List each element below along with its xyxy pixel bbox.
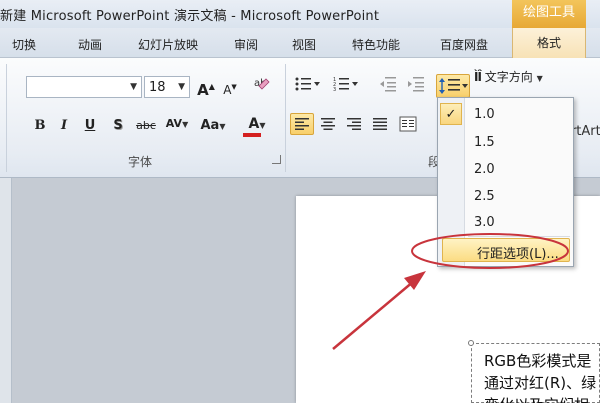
character-spacing-button[interactable]: AV▼ (162, 113, 192, 135)
slide-text-line: 变化以及它们相 (484, 394, 589, 403)
title-bar: 新建 Microsoft PowerPoint 演示文稿 - Microsoft… (0, 0, 600, 28)
tab-review[interactable]: 审阅 (234, 36, 258, 53)
tab-view[interactable]: 视图 (292, 36, 316, 53)
tab-special-features[interactable]: 特色功能 (352, 36, 400, 53)
tab-slideshow[interactable]: 幻灯片放映 (138, 36, 198, 53)
bullets-button[interactable] (292, 76, 324, 98)
menu-item-1-5[interactable]: 1.5 (474, 135, 495, 150)
text-direction-icon: ÌÎ (474, 70, 482, 84)
chevron-down-icon: ▼ (178, 82, 185, 92)
font-name-combo[interactable]: ▼ (26, 76, 142, 98)
chevron-down-icon: ▼ (130, 82, 137, 92)
underline-button[interactable]: U (78, 115, 102, 137)
tab-animations[interactable]: 动画 (78, 36, 102, 53)
menu-item-3-0[interactable]: 3.0 (474, 215, 495, 230)
clear-formatting-icon: ab (254, 78, 270, 90)
text-direction-button[interactable]: ÌÎ 文字方向 ▼ (474, 66, 566, 88)
window-title: 新建 Microsoft PowerPoint 演示文稿 - Microsoft… (0, 9, 380, 24)
menu-item-2-0[interactable]: 2.0 (474, 162, 495, 177)
bold-button[interactable]: B (28, 115, 52, 137)
grow-font-button[interactable]: A▲ (194, 76, 218, 99)
font-group-label: 字体 (128, 155, 153, 169)
text-shadow-button[interactable]: S (106, 115, 130, 137)
slide-thumbnail-panel[interactable] (0, 178, 12, 403)
decrease-indent-button[interactable] (376, 76, 400, 98)
numbering-button[interactable]: 1 2 3 (330, 76, 362, 98)
grow-font-label: A (197, 81, 209, 99)
menu-item-2-5[interactable]: 2.5 (474, 189, 495, 204)
menu-item-1-0[interactable]: 1.0 (474, 107, 495, 122)
align-center-button[interactable] (316, 113, 340, 135)
line-spacing-menu: ✓ 1.0 1.5 2.0 2.5 3.0 行距选项(L)... (437, 97, 574, 267)
font-size-value: 18 (149, 80, 166, 95)
group-separator (6, 64, 7, 172)
tab-format[interactable]: 格式 (512, 28, 586, 58)
align-right-button[interactable] (342, 113, 366, 135)
italic-button[interactable]: I (52, 115, 76, 137)
clear-formatting-button[interactable]: ab (250, 74, 274, 96)
resize-handle[interactable] (468, 340, 474, 346)
bullet-list-icon (295, 77, 320, 91)
font-dialog-launcher-icon[interactable] (272, 155, 281, 164)
line-spacing-icon (439, 78, 468, 94)
font-color-button[interactable]: A▼ (240, 113, 274, 137)
increase-indent-icon (408, 77, 424, 92)
align-center-icon (321, 118, 335, 130)
character-spacing-label: AV (165, 117, 183, 130)
slide-text-line: 通过对红(R)、绿 (484, 374, 597, 392)
menu-separator (468, 236, 570, 237)
ribbon-tabs: 切换 动画 幻灯片放映 审阅 视图 特色功能 百度网盘 格式 (0, 28, 600, 58)
tab-transitions[interactable]: 切换 (12, 36, 36, 53)
line-spacing-button[interactable] (436, 74, 470, 98)
check-icon: ✓ (440, 103, 462, 125)
numbered-list-icon: 1 2 3 (333, 77, 358, 92)
change-case-button[interactable]: Aa▼ (196, 115, 230, 137)
align-left-button[interactable] (290, 113, 314, 135)
change-case-label: Aa (200, 118, 220, 133)
slide-text-box[interactable]: RGB色彩模式是 通过对红(R)、绿 变化以及它们相 (468, 340, 600, 403)
columns-button[interactable] (396, 113, 420, 135)
align-right-icon (347, 118, 361, 130)
line-spacing-options-label: 行距选项(L)... (477, 247, 559, 262)
tab-baidu-netdisk[interactable]: 百度网盘 (440, 36, 488, 53)
font-color-label: A (248, 116, 260, 132)
justify-icon (373, 118, 387, 130)
text-direction-label: 文字方向 (484, 70, 533, 84)
increase-indent-button[interactable] (404, 76, 428, 98)
font-color-swatch (243, 133, 261, 137)
justify-button[interactable] (368, 113, 392, 135)
decrease-indent-icon (380, 77, 396, 92)
contextual-tab-title: 绘图工具 (512, 0, 586, 28)
svg-text:3: 3 (333, 87, 336, 92)
slide-text-line: RGB色彩模式是 (484, 352, 592, 370)
align-left-icon (295, 118, 309, 130)
shrink-font-button[interactable]: A▼ (218, 76, 242, 98)
strikethrough-button[interactable]: abc (134, 115, 158, 137)
columns-icon (399, 116, 417, 132)
font-size-combo[interactable]: 18 ▼ (144, 76, 190, 98)
group-separator (285, 64, 286, 172)
line-spacing-options-item[interactable]: 行距选项(L)... (442, 238, 570, 262)
